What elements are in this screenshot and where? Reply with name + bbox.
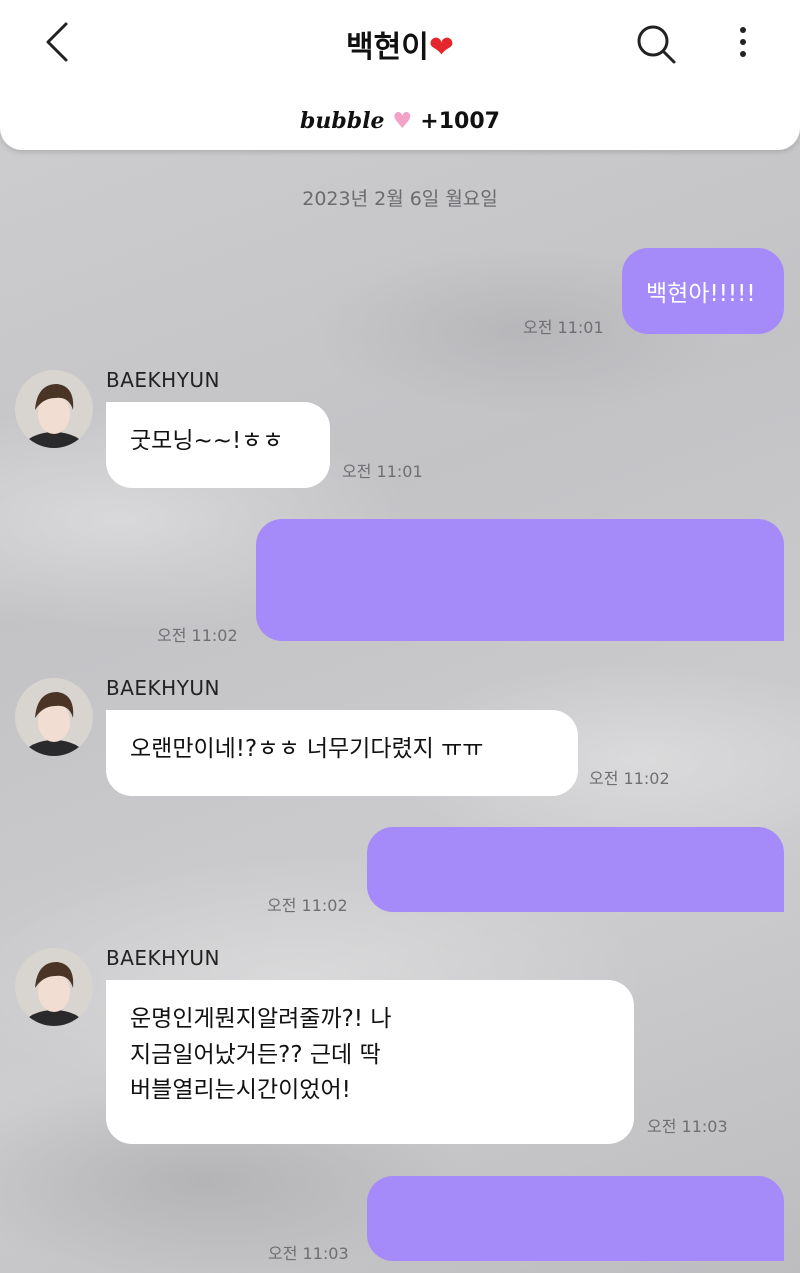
bubble-count-row: bubble ♥ +1007 xyxy=(0,108,800,134)
message-time: 오전 11:02 xyxy=(267,896,348,915)
avatar[interactable] xyxy=(15,678,93,756)
chat-title-text: 백현이 xyxy=(346,30,429,65)
message-text-line: 버블열리는시간이었어! xyxy=(130,1077,351,1104)
bubble-logo: bubble xyxy=(300,108,385,134)
more-menu-button[interactable] xyxy=(728,22,758,66)
avatar-image xyxy=(15,948,93,1026)
chat-title: 백현이❤ xyxy=(0,22,800,66)
outgoing-message[interactable]: 백현아!!!!! xyxy=(622,248,784,334)
message-time: 오전 11:02 xyxy=(157,626,238,645)
outgoing-message[interactable] xyxy=(256,519,784,641)
pink-heart-icon: ♥ xyxy=(392,109,413,134)
incoming-message[interactable]: 굿모닝~~!ㅎㅎ xyxy=(106,402,330,488)
outgoing-message[interactable] xyxy=(367,1176,784,1261)
sender-name: BAEKHYUN xyxy=(106,946,221,970)
more-vertical-icon xyxy=(740,27,746,57)
avatar-image xyxy=(15,678,93,756)
avatar-image xyxy=(15,370,93,448)
message-text: 백현아!!!!! xyxy=(646,281,756,307)
message-time: 오전 11:01 xyxy=(523,318,604,337)
sender-name: BAEKHYUN xyxy=(106,368,221,392)
incoming-message[interactable]: 운명인게뭔지알려줄까?! 나 지금일어났거든?? 근데 딱 버블열리는시간이었어… xyxy=(106,980,634,1144)
chat-header: 백현이❤ bubble ♥ +1007 xyxy=(0,0,800,150)
search-icon xyxy=(637,25,676,64)
message-text: 오랜만이네!?ㅎㅎ 너무기다렸지 ㅠㅠ xyxy=(130,736,484,762)
bubble-count: +1007 xyxy=(420,109,500,134)
avatar[interactable] xyxy=(15,948,93,1026)
outgoing-message[interactable] xyxy=(367,827,784,912)
message-text-line: 운명인게뭔지알려줄까?! 나 xyxy=(130,1006,392,1032)
avatar[interactable] xyxy=(15,370,93,448)
search-button[interactable] xyxy=(634,22,678,66)
sender-name: BAEKHYUN xyxy=(106,676,221,700)
incoming-message[interactable]: 오랜만이네!?ㅎㅎ 너무기다렸지 ㅠㅠ xyxy=(106,710,578,796)
message-time: 오전 11:01 xyxy=(342,462,423,481)
date-divider: 2023년 2월 6일 월요일 xyxy=(302,188,498,210)
red-heart-icon: ❤ xyxy=(428,30,454,65)
message-time: 오전 11:02 xyxy=(589,769,670,788)
message-time: 오전 11:03 xyxy=(647,1117,728,1136)
message-text-line: 지금일어났거든?? 근데 딱 xyxy=(130,1041,381,1068)
message-text: 굿모닝~~!ㅎㅎ xyxy=(130,428,284,454)
message-time: 오전 11:03 xyxy=(268,1244,349,1263)
